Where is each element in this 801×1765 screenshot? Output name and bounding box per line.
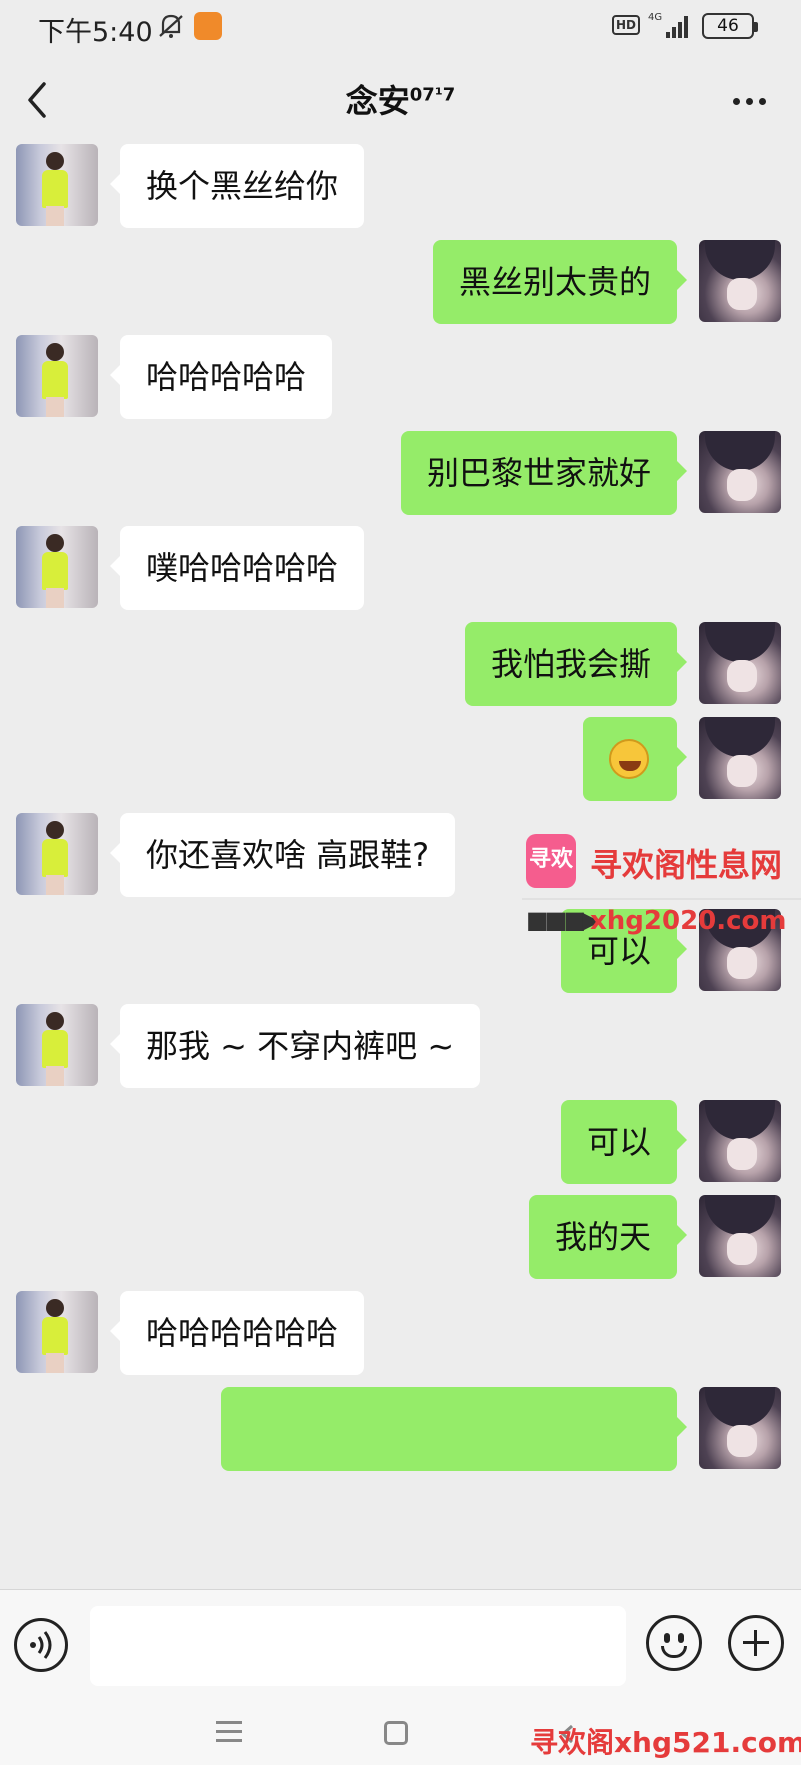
message-bubble-sent[interactable]: 黑丝别太贵的 — [432, 240, 688, 324]
contact-avatar[interactable] — [16, 1004, 98, 1086]
message-bubble-received[interactable]: 哈哈哈哈哈哈 — [109, 1291, 365, 1375]
emoji-eye — [678, 1633, 684, 1643]
message-bubble-sent[interactable]: 可以 — [560, 1100, 688, 1184]
message-bubble-received[interactable]: 那我 ~ 不穿内裤吧 ~ — [109, 1004, 481, 1088]
chat-header: 念安07¹7 — [0, 56, 801, 144]
chat-title: 念安07¹7 — [0, 76, 801, 122]
watermark-url: xhg2020.com — [590, 906, 787, 936]
bell-muted-icon — [159, 14, 183, 38]
message-bubble-received[interactable]: 哈哈哈哈哈 — [109, 335, 333, 419]
my-avatar[interactable] — [699, 622, 781, 704]
my-avatar[interactable] — [699, 1100, 781, 1182]
contact-avatar[interactable] — [16, 335, 98, 417]
message-bubble-received[interactable]: 噗哈哈哈哈哈 — [109, 526, 365, 610]
watermark-divider — [522, 898, 801, 900]
my-avatar[interactable] — [699, 240, 781, 322]
message-bubble-sent-emoji[interactable] — [583, 717, 687, 801]
watermark-title: 寻欢阁性息网 — [590, 846, 783, 884]
message-bubble-sent[interactable]: 别巴黎世家就好 — [400, 431, 688, 515]
contact-avatar[interactable] — [16, 813, 98, 895]
emoji-button[interactable] — [646, 1615, 702, 1671]
hd-badge: HD — [612, 15, 641, 35]
more-dot — [759, 98, 766, 105]
message-bubble-sent[interactable]: 我的天 — [528, 1195, 688, 1279]
more-dot — [746, 98, 753, 105]
signal-icon: 4G — [648, 12, 688, 38]
voice-button[interactable] — [14, 1618, 68, 1672]
message-bubble-sent[interactable] — [221, 1387, 687, 1471]
emoji-icon — [664, 1633, 670, 1643]
message-bubble-received[interactable]: 你还喜欢啥 高跟鞋? — [109, 813, 456, 897]
message-input[interactable] — [90, 1606, 626, 1686]
menu-icon[interactable] — [216, 1721, 242, 1743]
status-bar: 下午5:40 HD 4G 46 — [0, 0, 801, 56]
contact-avatar[interactable] — [16, 1291, 98, 1373]
network-type: 4G — [648, 12, 662, 23]
more-functions-button[interactable] — [728, 1615, 784, 1671]
more-dots-icon — [733, 98, 740, 105]
watermark-arrows-icon: ■■■▶ — [526, 906, 601, 934]
app-notification-icon — [194, 12, 222, 40]
contact-name-suffix: 07¹7 — [409, 84, 456, 106]
contact-avatar[interactable] — [16, 526, 98, 608]
emoji-mouth — [661, 1646, 687, 1658]
message-bubble-received[interactable]: 换个黑丝给你 — [109, 144, 365, 228]
home-icon[interactable] — [384, 1721, 408, 1745]
watermark: 寻欢 寻欢阁性息网 ■■■▶ xhg2020.com — [522, 826, 801, 936]
my-avatar[interactable] — [699, 717, 781, 799]
status-time: 下午5:40 — [38, 17, 153, 48]
watermark-logo: 寻欢 — [526, 834, 576, 888]
more-options-button[interactable] — [725, 80, 775, 120]
message-bubble-sent[interactable]: 我怕我会撕 — [464, 622, 688, 706]
input-bar — [0, 1589, 801, 1699]
voice-icon — [30, 1631, 52, 1659]
contact-avatar[interactable] — [16, 144, 98, 226]
battery-indicator: 46 — [702, 13, 758, 39]
my-avatar[interactable] — [699, 1387, 781, 1469]
laughing-tears-emoji-icon — [609, 739, 649, 779]
my-avatar[interactable] — [699, 1195, 781, 1277]
my-avatar[interactable] — [699, 431, 781, 513]
watermark-bottom: 寻欢阁xhg521.com — [530, 1726, 801, 1759]
contact-name: 念安 — [345, 82, 410, 120]
